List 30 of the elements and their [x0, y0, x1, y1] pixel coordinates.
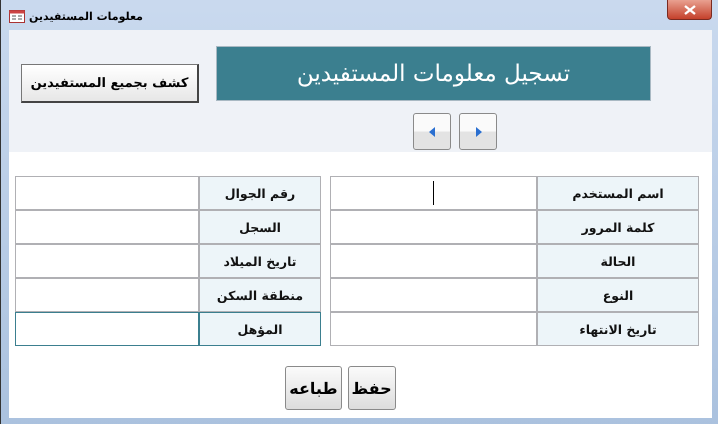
next-record-button[interactable] [459, 113, 497, 150]
input-field[interactable] [330, 278, 537, 312]
input-field[interactable] [330, 176, 537, 210]
input-field[interactable] [15, 176, 199, 210]
input-field[interactable] [330, 244, 537, 278]
field-label: النوع [537, 278, 699, 312]
field-label: السجل [199, 210, 321, 244]
input-field[interactable] [15, 244, 199, 278]
window-title: معلومات المستفيدين [29, 10, 143, 23]
input-field[interactable] [15, 312, 199, 346]
field-label: اسم المستخدم [537, 176, 699, 210]
action-button[interactable]: حفظ [348, 366, 396, 410]
action-button[interactable]: طباعه [285, 366, 342, 410]
field-label: كلمة المرور [537, 210, 699, 244]
input-field[interactable] [15, 210, 199, 244]
form-icon [9, 10, 25, 23]
field-label: المؤهل [199, 312, 321, 346]
input-field[interactable] [330, 210, 537, 244]
field-label: رقم الجوال [199, 176, 321, 210]
field-label: تاريخ الانتهاء [537, 312, 699, 346]
field-label: منطقة السكن [199, 278, 321, 312]
previous-record-button[interactable] [413, 113, 451, 150]
input-field[interactable] [15, 278, 199, 312]
input-field[interactable] [330, 312, 537, 346]
form-title: تسجيل معلومات المستفيدين [216, 46, 651, 101]
field-label: الحالة [537, 244, 699, 278]
field-label: تاريخ الميلاد [199, 244, 321, 278]
close-button[interactable] [667, 0, 712, 20]
report-button[interactable]: كشف بجميع المستفيدين [21, 64, 199, 103]
close-icon [684, 4, 696, 14]
